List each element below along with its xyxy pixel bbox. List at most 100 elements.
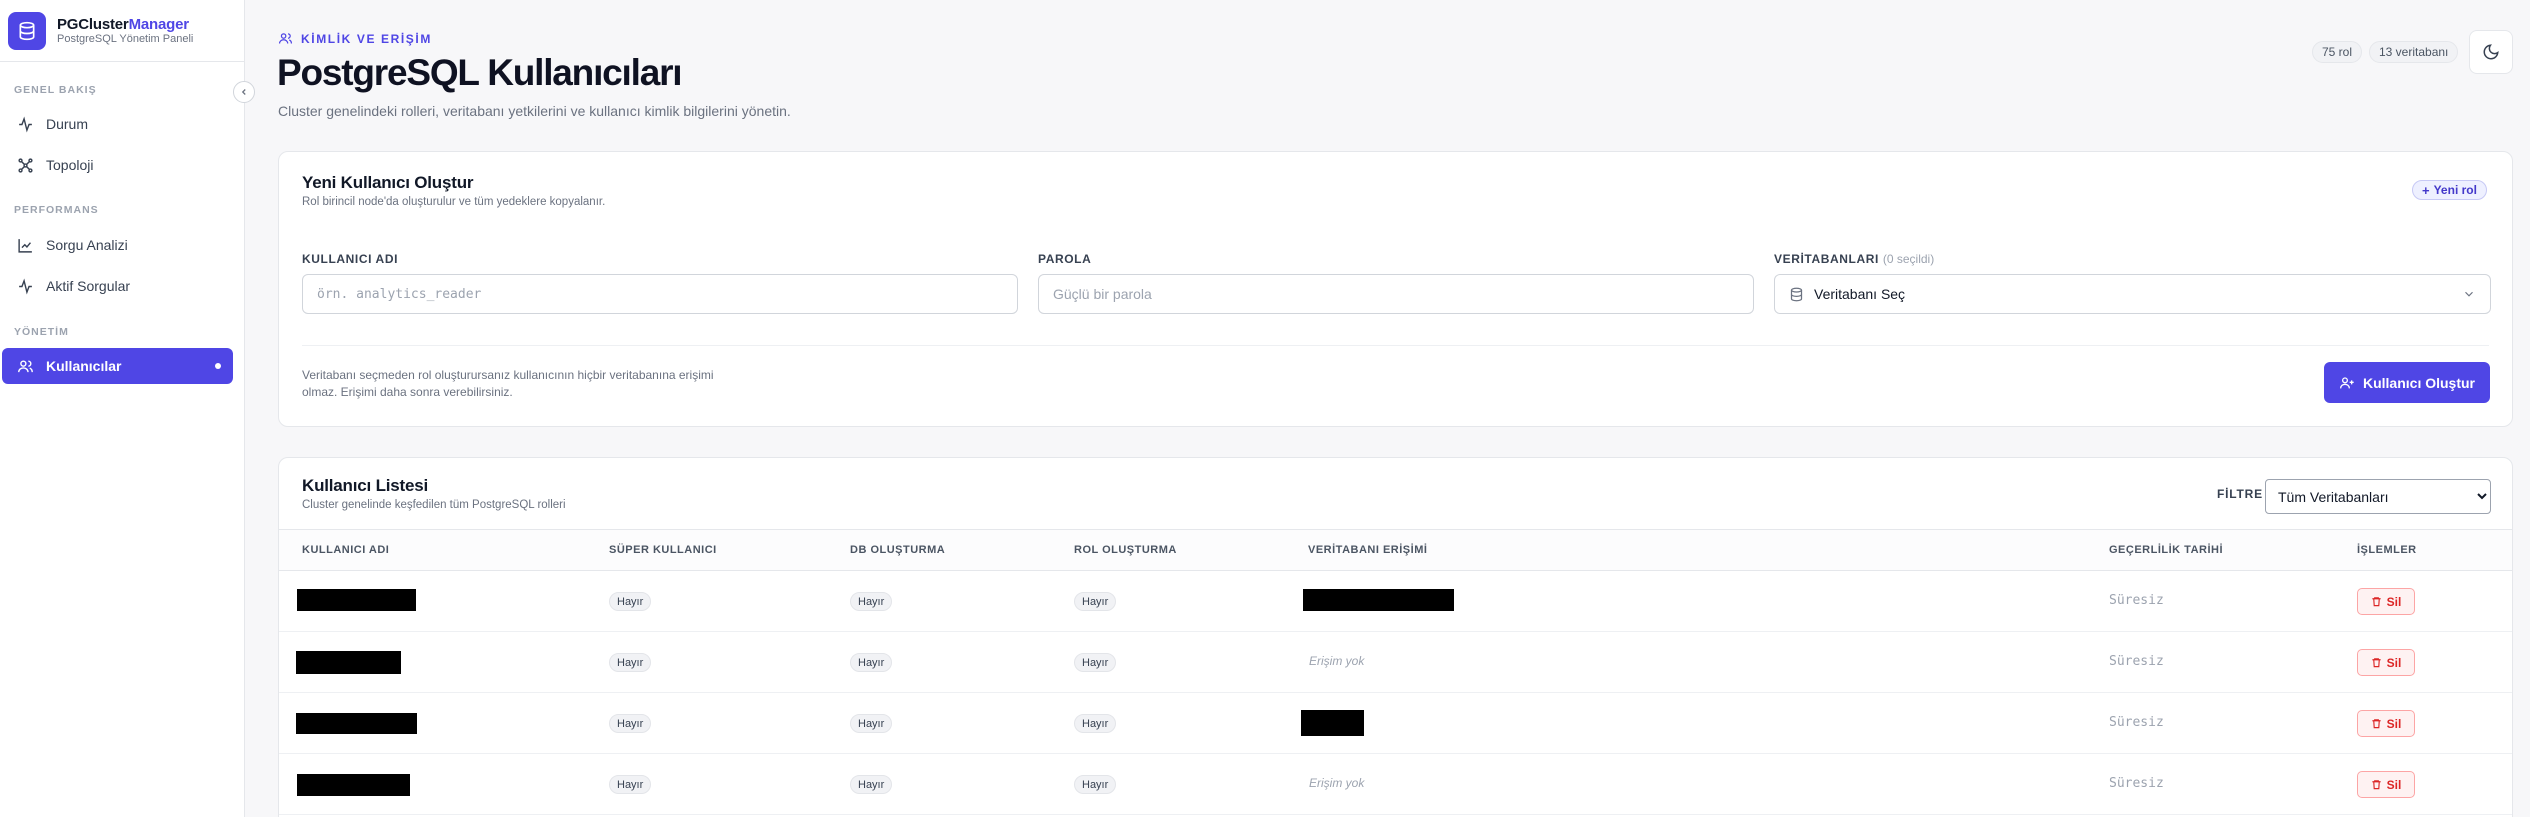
create-user-button[interactable]: Kullanıcı Oluştur [2324,362,2490,403]
column-header-username: KULLANICI ADI [302,544,390,556]
activity-icon [16,115,34,133]
redacted-username [297,774,410,796]
sidebar-item-active-queries[interactable]: Aktif Sorgular [2,268,233,304]
superuser-badge: Hayır [609,775,652,794]
create-hint: Veritabanı seçmeden rol oluşturursanız k… [302,368,714,399]
sidebar-item-label: Aktif Sorgular [46,278,131,294]
theme-toggle-button[interactable] [2469,30,2513,74]
new-role-button[interactable]: + Yeni rol [2412,180,2487,200]
chart-line-icon [16,236,34,254]
redacted-db-access [1303,589,1454,611]
sidebar: PGClusterManager PostgreSQL Yönetim Pane… [0,0,255,817]
database-count-badge: 13 veritabanı [2369,41,2459,63]
delete-user-button[interactable]: Sil [2357,771,2415,798]
validity-value: Süresiz [2109,715,2164,730]
users-icon [278,33,293,44]
validity-value: Süresiz [2109,593,2164,608]
validity-value: Süresiz [2109,776,2164,791]
create-db-badge: Hayır [850,653,893,672]
database-icon [1790,287,1803,301]
user-list-subtitle: Cluster genelinde keşfedilen tüm Postgre… [302,499,566,511]
chevron-down-icon [2465,291,2473,297]
redacted-username [296,651,401,674]
activity-icon [16,277,34,295]
create-db-badge: Hayır [850,714,893,733]
column-header-create-db: DB OLUŞTURMA [850,544,946,556]
moon-icon [2483,44,2499,60]
sidebar-item-users[interactable]: Kullanıcılar [2,348,233,384]
username-input[interactable] [302,274,1018,314]
create-role-badge: Hayır [1074,592,1117,611]
table-row: Hayır Hayır Hayır Erişim yok Süresiz Sil [279,754,2512,815]
collapse-sidebar-button[interactable] [233,81,255,103]
create-db-badge: Hayır [850,775,893,794]
section-label-management: YÖNETİM [14,326,69,338]
create-role-badge: Hayır [1074,714,1117,733]
chevron-left-icon [241,89,246,95]
column-header-validity: GEÇERLİLİK TARİHİ [2109,544,2224,556]
brand: PGClusterManager PostgreSQL Yönetim Pane… [0,0,245,62]
password-label: PAROLA [1038,252,1092,266]
brand-subtitle: PostgreSQL Yönetim Paneli [57,33,194,45]
trash-icon [2372,719,2381,729]
sidebar-item-label: Topoloji [46,157,94,173]
database-select[interactable]: Veritabanı Seç [1774,274,2491,314]
trash-icon [2372,658,2381,668]
username-label: KULLANICI ADI [302,252,399,266]
eyebrow: KİMLİK VE ERİŞİM [278,31,432,46]
column-header-create-role: ROL OLUŞTURMA [1074,544,1177,556]
filter-label: FİLTRE [2217,487,2263,501]
column-header-superuser: SÜPER KULLANICI [609,544,717,556]
table-header: KULLANICI ADI SÜPER KULLANICI DB OLUŞTUR… [279,529,2512,571]
validity-value: Süresiz [2109,654,2164,669]
databases-label: VERİTABANLARI (0 seçildi) [1774,252,1935,266]
create-role-badge: Hayır [1074,775,1117,794]
redacted-username [296,713,417,734]
redacted-db-access [1301,710,1364,736]
superuser-badge: Hayır [609,592,652,611]
brand-name: PGClusterManager [57,16,189,33]
user-plus-icon [2339,376,2354,388]
trash-icon [2372,597,2381,607]
create-user-card: Yeni Kullanıcı Oluştur Rol birincil node… [278,151,2513,427]
delete-user-button[interactable]: Sil [2357,710,2415,737]
user-list-title: Kullanıcı Listesi [302,476,429,495]
sidebar-item-label: Kullanıcılar [46,358,122,374]
table-row: Hayır Hayır Hayır Süresiz Sil [279,693,2512,754]
table-row: Hayır Hayır Hayır Süresiz Sil [279,571,2512,632]
database-filter-select[interactable]: Tüm Veritabanları [2265,479,2491,514]
plus-icon: + [2422,182,2430,198]
create-user-title: Yeni Kullanıcı Oluştur [302,173,474,192]
sidebar-item-label: Sorgu Analizi [46,237,128,253]
divider [302,345,2489,346]
superuser-badge: Hayır [609,714,652,733]
column-header-db-access: VERİTABANI ERİŞİMİ [1308,544,1428,556]
sidebar-item-label: Durum [46,116,89,132]
password-input[interactable] [1038,274,1754,314]
user-list-card: Kullanıcı Listesi Cluster genelinde keşf… [278,457,2513,817]
database-icon [8,12,46,50]
page-title: PostgreSQL Kullanıcıları [277,52,683,93]
page-description: Cluster genelindeki rolleri, veritabanı … [278,103,791,119]
topology-icon [16,156,34,174]
role-count-badge: 75 rol [2312,41,2363,63]
users-icon [16,357,34,375]
create-role-badge: Hayır [1074,653,1117,672]
create-db-badge: Hayır [850,592,893,611]
column-header-actions: İŞLEMLER [2357,544,2417,556]
redacted-username [297,589,416,611]
create-user-subtitle: Rol birincil node'da oluşturulur ve tüm … [302,196,606,208]
no-access-text: Erişim yok [1309,654,1365,668]
sidebar-item-query-analysis[interactable]: Sorgu Analizi [2,227,233,263]
section-label-overview: GENEL BAKIŞ [14,84,97,96]
active-indicator [215,363,221,369]
sidebar-item-topology[interactable]: Topoloji [2,147,233,183]
table-row: Hayır Hayır Hayır Erişim yok Süresiz Sil [279,632,2512,693]
trash-icon [2372,780,2381,790]
delete-user-button[interactable]: Sil [2357,649,2415,676]
delete-user-button[interactable]: Sil [2357,588,2415,615]
no-access-text: Erişim yok [1309,776,1365,790]
superuser-badge: Hayır [609,653,652,672]
sidebar-item-status[interactable]: Durum [2,106,233,142]
section-label-performance: PERFORMANS [14,204,99,216]
